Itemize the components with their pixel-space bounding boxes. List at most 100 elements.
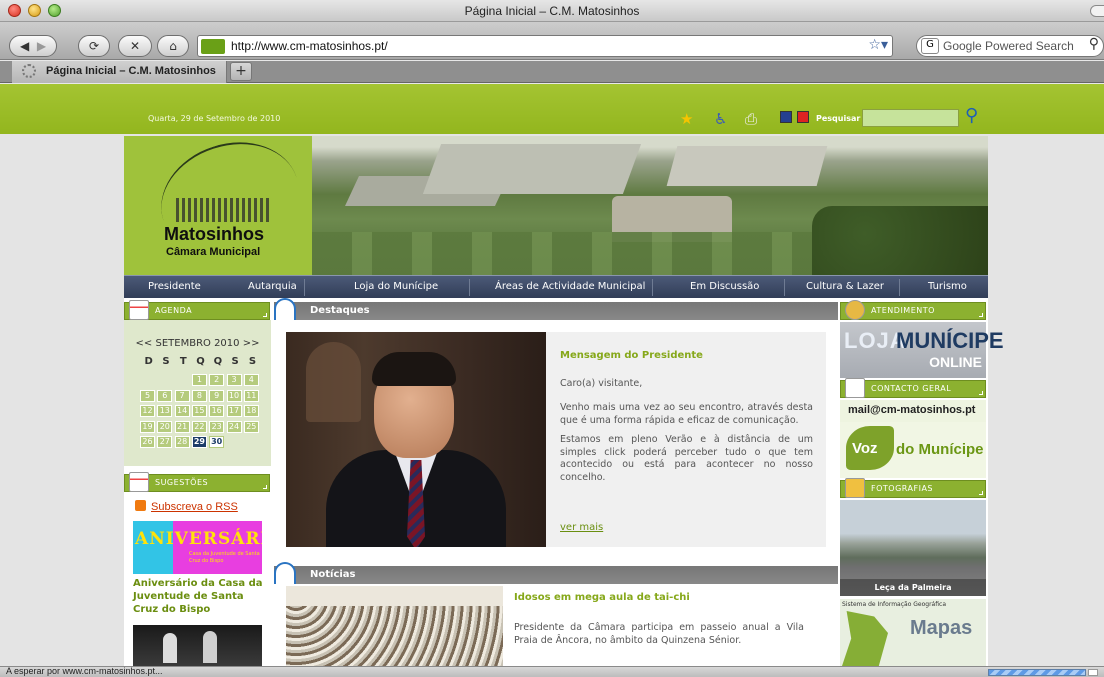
email-link[interactable]: mail@cm-matosinhos.pt xyxy=(840,400,986,422)
calendar-day[interactable]: 25 xyxy=(243,420,259,433)
agenda-header: AGENDA xyxy=(124,300,270,320)
search-engine-icon[interactable]: G xyxy=(921,38,939,54)
news-heading[interactable]: Idosos em mega aula de tai-chi xyxy=(514,592,690,603)
browser-toolbar: ◀ ▶ ⟳ ✕ ⌂ http://www.cm-matosinhos.pt/ ☆… xyxy=(0,22,1104,60)
calendar-day[interactable]: 7 xyxy=(174,389,190,402)
photo-icon xyxy=(845,478,865,498)
sugestoes-title: SUGESTÕES xyxy=(155,478,209,487)
accessibility-icon[interactable]: ♿ xyxy=(714,110,727,128)
calendar-day[interactable]: 3 xyxy=(226,374,242,386)
favorite-star-icon[interactable]: ★ xyxy=(680,110,693,128)
back-arrow-icon[interactable]: ◀ xyxy=(20,39,29,53)
fotografias-header: FOTOGRAFIAS xyxy=(840,478,986,498)
calendar-day[interactable]: 2 xyxy=(209,374,225,386)
calendar-day[interactable]: 30 xyxy=(209,436,225,448)
calendar-day[interactable]: 6 xyxy=(157,389,173,402)
back-forward-buttons[interactable]: ◀ ▶ xyxy=(9,35,57,57)
destaque-card: Mensagem do Presidente Caro(a) visitante… xyxy=(286,332,826,547)
calendar-day[interactable]: 13 xyxy=(157,405,173,417)
calendar-day[interactable]: 29 xyxy=(191,436,207,448)
calendar-day[interactable]: 28 xyxy=(174,436,190,448)
mapas-banner[interactable]: Sistema de Informação Geográfica Mapas xyxy=(840,599,986,666)
nav-item-presidente[interactable]: Presidente xyxy=(148,281,201,292)
site-search-input[interactable] xyxy=(862,109,959,127)
print-icon[interactable]: ⎙ xyxy=(745,110,757,128)
url-text[interactable]: http://www.cm-matosinhos.pt/ xyxy=(231,39,388,53)
home-button[interactable]: ⌂ xyxy=(157,35,189,57)
bookmark-star-icon[interactable]: ☆▾ xyxy=(868,37,888,53)
reload-button[interactable]: ⟳ xyxy=(78,35,110,57)
loja-municipe-banner[interactable]: LOJA MUNÍCIPE ONLINE xyxy=(840,322,1004,378)
ver-mais-link[interactable]: ver mais xyxy=(560,522,603,533)
president-photo[interactable] xyxy=(286,332,546,547)
calendar-day[interactable]: 22 xyxy=(191,420,207,433)
calendar-day[interactable]: 26 xyxy=(140,436,155,448)
calendar-month[interactable]: << SETEMBRO 2010 >> xyxy=(124,338,271,349)
calendar-day[interactable]: 21 xyxy=(174,420,190,433)
nav-item-areas[interactable]: Áreas de Actividade Municipal xyxy=(495,281,645,292)
search-icon[interactable]: ⚲ xyxy=(1089,36,1099,52)
address-bar[interactable]: http://www.cm-matosinhos.pt/ ☆▾ xyxy=(197,35,893,57)
site-search-icon[interactable]: ⚲ xyxy=(965,105,978,126)
spanish-flag-icon[interactable] xyxy=(797,111,809,123)
nav-item-cultura[interactable]: Cultura & Lazer xyxy=(806,281,884,292)
mapas-label: Mapas xyxy=(910,617,973,639)
calendar-day[interactable]: 18 xyxy=(243,405,259,417)
search-box[interactable]: G Google Powered Search ⚲ xyxy=(916,35,1104,57)
destaques-title: Destaques xyxy=(310,305,370,316)
concert-thumbnail[interactable] xyxy=(133,625,262,666)
calendar-day[interactable]: 14 xyxy=(174,405,190,417)
calendar-day[interactable]: 27 xyxy=(157,436,173,448)
tab-label: Página Inicial – C.M. Matosinhos xyxy=(46,65,216,77)
header-aerial-photo xyxy=(312,136,988,275)
calendar-day[interactable]: 4 xyxy=(243,374,259,386)
stop-button[interactable]: ✕ xyxy=(118,35,152,57)
current-date: Quarta, 29 de Setembro de 2010 xyxy=(148,114,281,123)
reload-icon: ⟳ xyxy=(88,39,100,53)
destaque-heading[interactable]: Mensagem do Presidente xyxy=(560,350,703,361)
voz-municipe-banner[interactable]: Voz do Munícipe xyxy=(840,422,986,478)
nav-item-turismo[interactable]: Turismo xyxy=(928,281,967,292)
calendar-day[interactable]: 16 xyxy=(209,405,225,417)
calendar-day[interactable]: 19 xyxy=(140,420,155,433)
municipal-logo[interactable]: Matosinhos Câmara Municipal xyxy=(124,125,314,275)
search-placeholder[interactable]: Google Powered Search xyxy=(943,39,1074,53)
calendar-day[interactable]: 23 xyxy=(209,420,225,433)
home-icon: ⌂ xyxy=(169,39,177,53)
calendar-dayname: D xyxy=(144,356,153,367)
calendar-day[interactable]: 12 xyxy=(140,405,155,417)
calendar-dayname: S xyxy=(231,356,239,367)
nav-item-loja[interactable]: Loja do Munícipe xyxy=(354,281,438,292)
calendar-day[interactable]: 8 xyxy=(191,389,207,402)
logo-building-icon xyxy=(176,198,272,222)
aniversario-banner[interactable]: ANIVERSÁRIO Casa da Juventude de Santa C… xyxy=(133,521,262,574)
main-nav: Presidente Autarquia Loja do Munícipe Ár… xyxy=(124,275,988,298)
tab-active[interactable]: Página Inicial – C.M. Matosinhos xyxy=(12,61,227,83)
calendar-day[interactable]: 5 xyxy=(140,389,155,402)
sugestao-link[interactable]: Aniversário da Casa da Juventude de Sant… xyxy=(133,577,268,616)
toolbar-toggle-button[interactable] xyxy=(1090,5,1104,17)
calendar-day[interactable]: 20 xyxy=(157,420,173,433)
calendar-day[interactable]: 11 xyxy=(243,389,259,402)
forward-arrow-icon[interactable]: ▶ xyxy=(37,39,46,53)
contacto-header: CONTACTO GERAL xyxy=(840,378,986,398)
calendar-day[interactable]: 9 xyxy=(209,389,225,402)
news-photo[interactable] xyxy=(286,586,503,666)
photo-thumbnail[interactable]: Leça da Palmeira xyxy=(840,500,986,596)
web-page: Quarta, 29 de Setembro de 2010 ★ ♿ ⎙ Pes… xyxy=(0,84,1104,666)
nav-item-discussao[interactable]: Em Discussão xyxy=(690,281,759,292)
calendar-day[interactable]: 17 xyxy=(226,405,242,417)
calendar-day[interactable]: 15 xyxy=(191,405,207,417)
calendar-day[interactable]: 1 xyxy=(191,374,207,386)
rss-link[interactable]: Subscreva o RSS xyxy=(135,500,238,513)
destaque-p3: Estamos em pleno Verão e à distância de … xyxy=(560,434,813,483)
nav-item-autarquia[interactable]: Autarquia xyxy=(248,281,297,292)
left-sidebar: AGENDA << SETEMBRO 2010 >> DSTQQSS 12345… xyxy=(124,300,271,666)
atendimento-header: ATENDIMENTO xyxy=(840,300,986,320)
calendar-day[interactable]: 24 xyxy=(226,420,242,433)
calendar-day[interactable]: 10 xyxy=(226,389,242,402)
loading-spinner-icon xyxy=(22,64,36,78)
new-tab-button[interactable]: + xyxy=(230,62,252,81)
window-title: Página Inicial – C.M. Matosinhos xyxy=(464,4,640,18)
english-flag-icon[interactable] xyxy=(780,111,792,123)
